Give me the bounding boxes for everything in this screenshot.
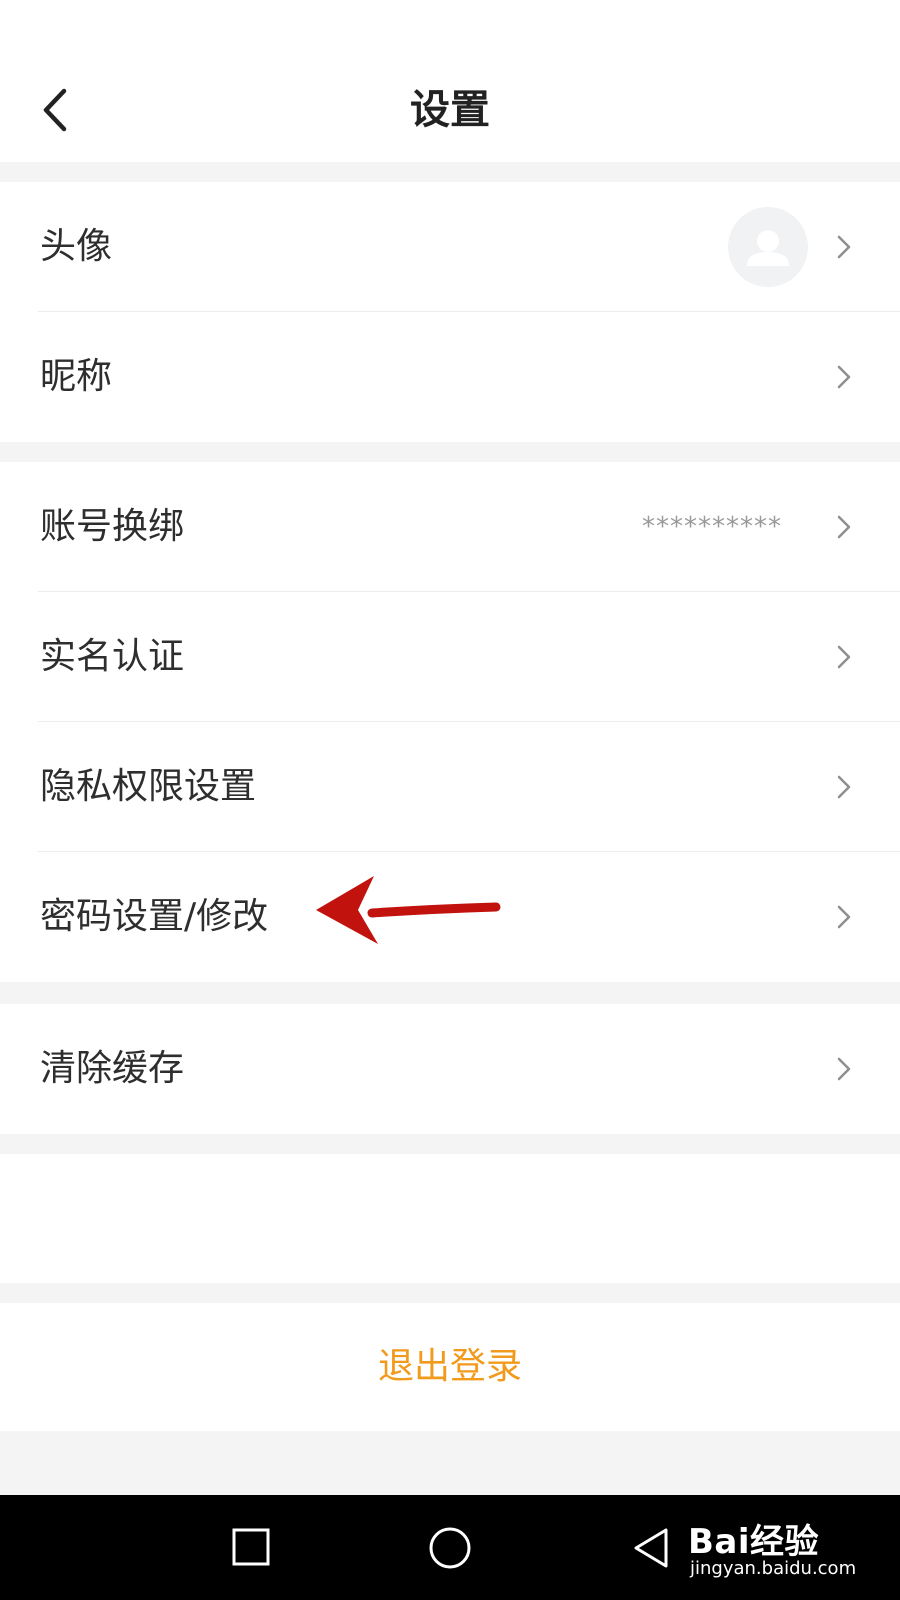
chevron-right-icon [837,775,851,799]
settings-row-real-name[interactable]: 实名认证 [0,592,900,722]
app-header: 设置 [0,0,900,162]
annotation-arrow-icon [316,876,501,944]
row-label-avatar: 头像 [40,226,113,267]
avatar [728,207,808,287]
home-icon[interactable] [428,1526,472,1570]
user-placeholder-icon [747,230,789,266]
watermark-logo-text: Bai经验 [688,1522,820,1562]
row-label-nickname: 昵称 [40,356,113,397]
page-title: 设置 [410,87,490,133]
settings-row-account-rebind[interactable]: 账号换绑 ********** [0,462,900,592]
row-label-privacy: 隐私权限设置 [40,766,257,807]
recent-apps-icon[interactable] [230,1526,272,1568]
logout-button[interactable]: 退出登录 [0,1303,900,1431]
settings-row-privacy[interactable]: 隐私权限设置 [0,722,900,852]
row-label-real-name: 实名认证 [40,636,185,677]
chevron-right-icon [837,235,851,259]
back-triangle-icon[interactable] [630,1526,672,1570]
row-label-clear-cache: 清除缓存 [40,1048,185,1089]
settings-group-profile: 头像 昵称 [0,182,900,442]
settings-row-nickname[interactable]: 昵称 [0,312,900,442]
chevron-right-icon [837,515,851,539]
settings-row-clear-cache[interactable]: 清除缓存 [0,1004,900,1134]
chevron-right-icon [837,905,851,929]
chevron-right-icon [837,365,851,389]
row-label-password: 密码设置/修改 [40,896,269,937]
watermark-url: jingyan.baidu.com [690,1558,857,1579]
settings-group-cache: 清除缓存 [0,1004,900,1134]
settings-row-avatar[interactable]: 头像 [0,182,900,312]
empty-spacer-block [0,1154,900,1283]
chevron-right-icon [837,645,851,669]
account-masked-value: ********** [642,512,782,542]
chevron-right-icon [837,1057,851,1081]
row-label-account-rebind: 账号换绑 [40,506,185,547]
logout-section: 退出登录 [0,1303,900,1431]
